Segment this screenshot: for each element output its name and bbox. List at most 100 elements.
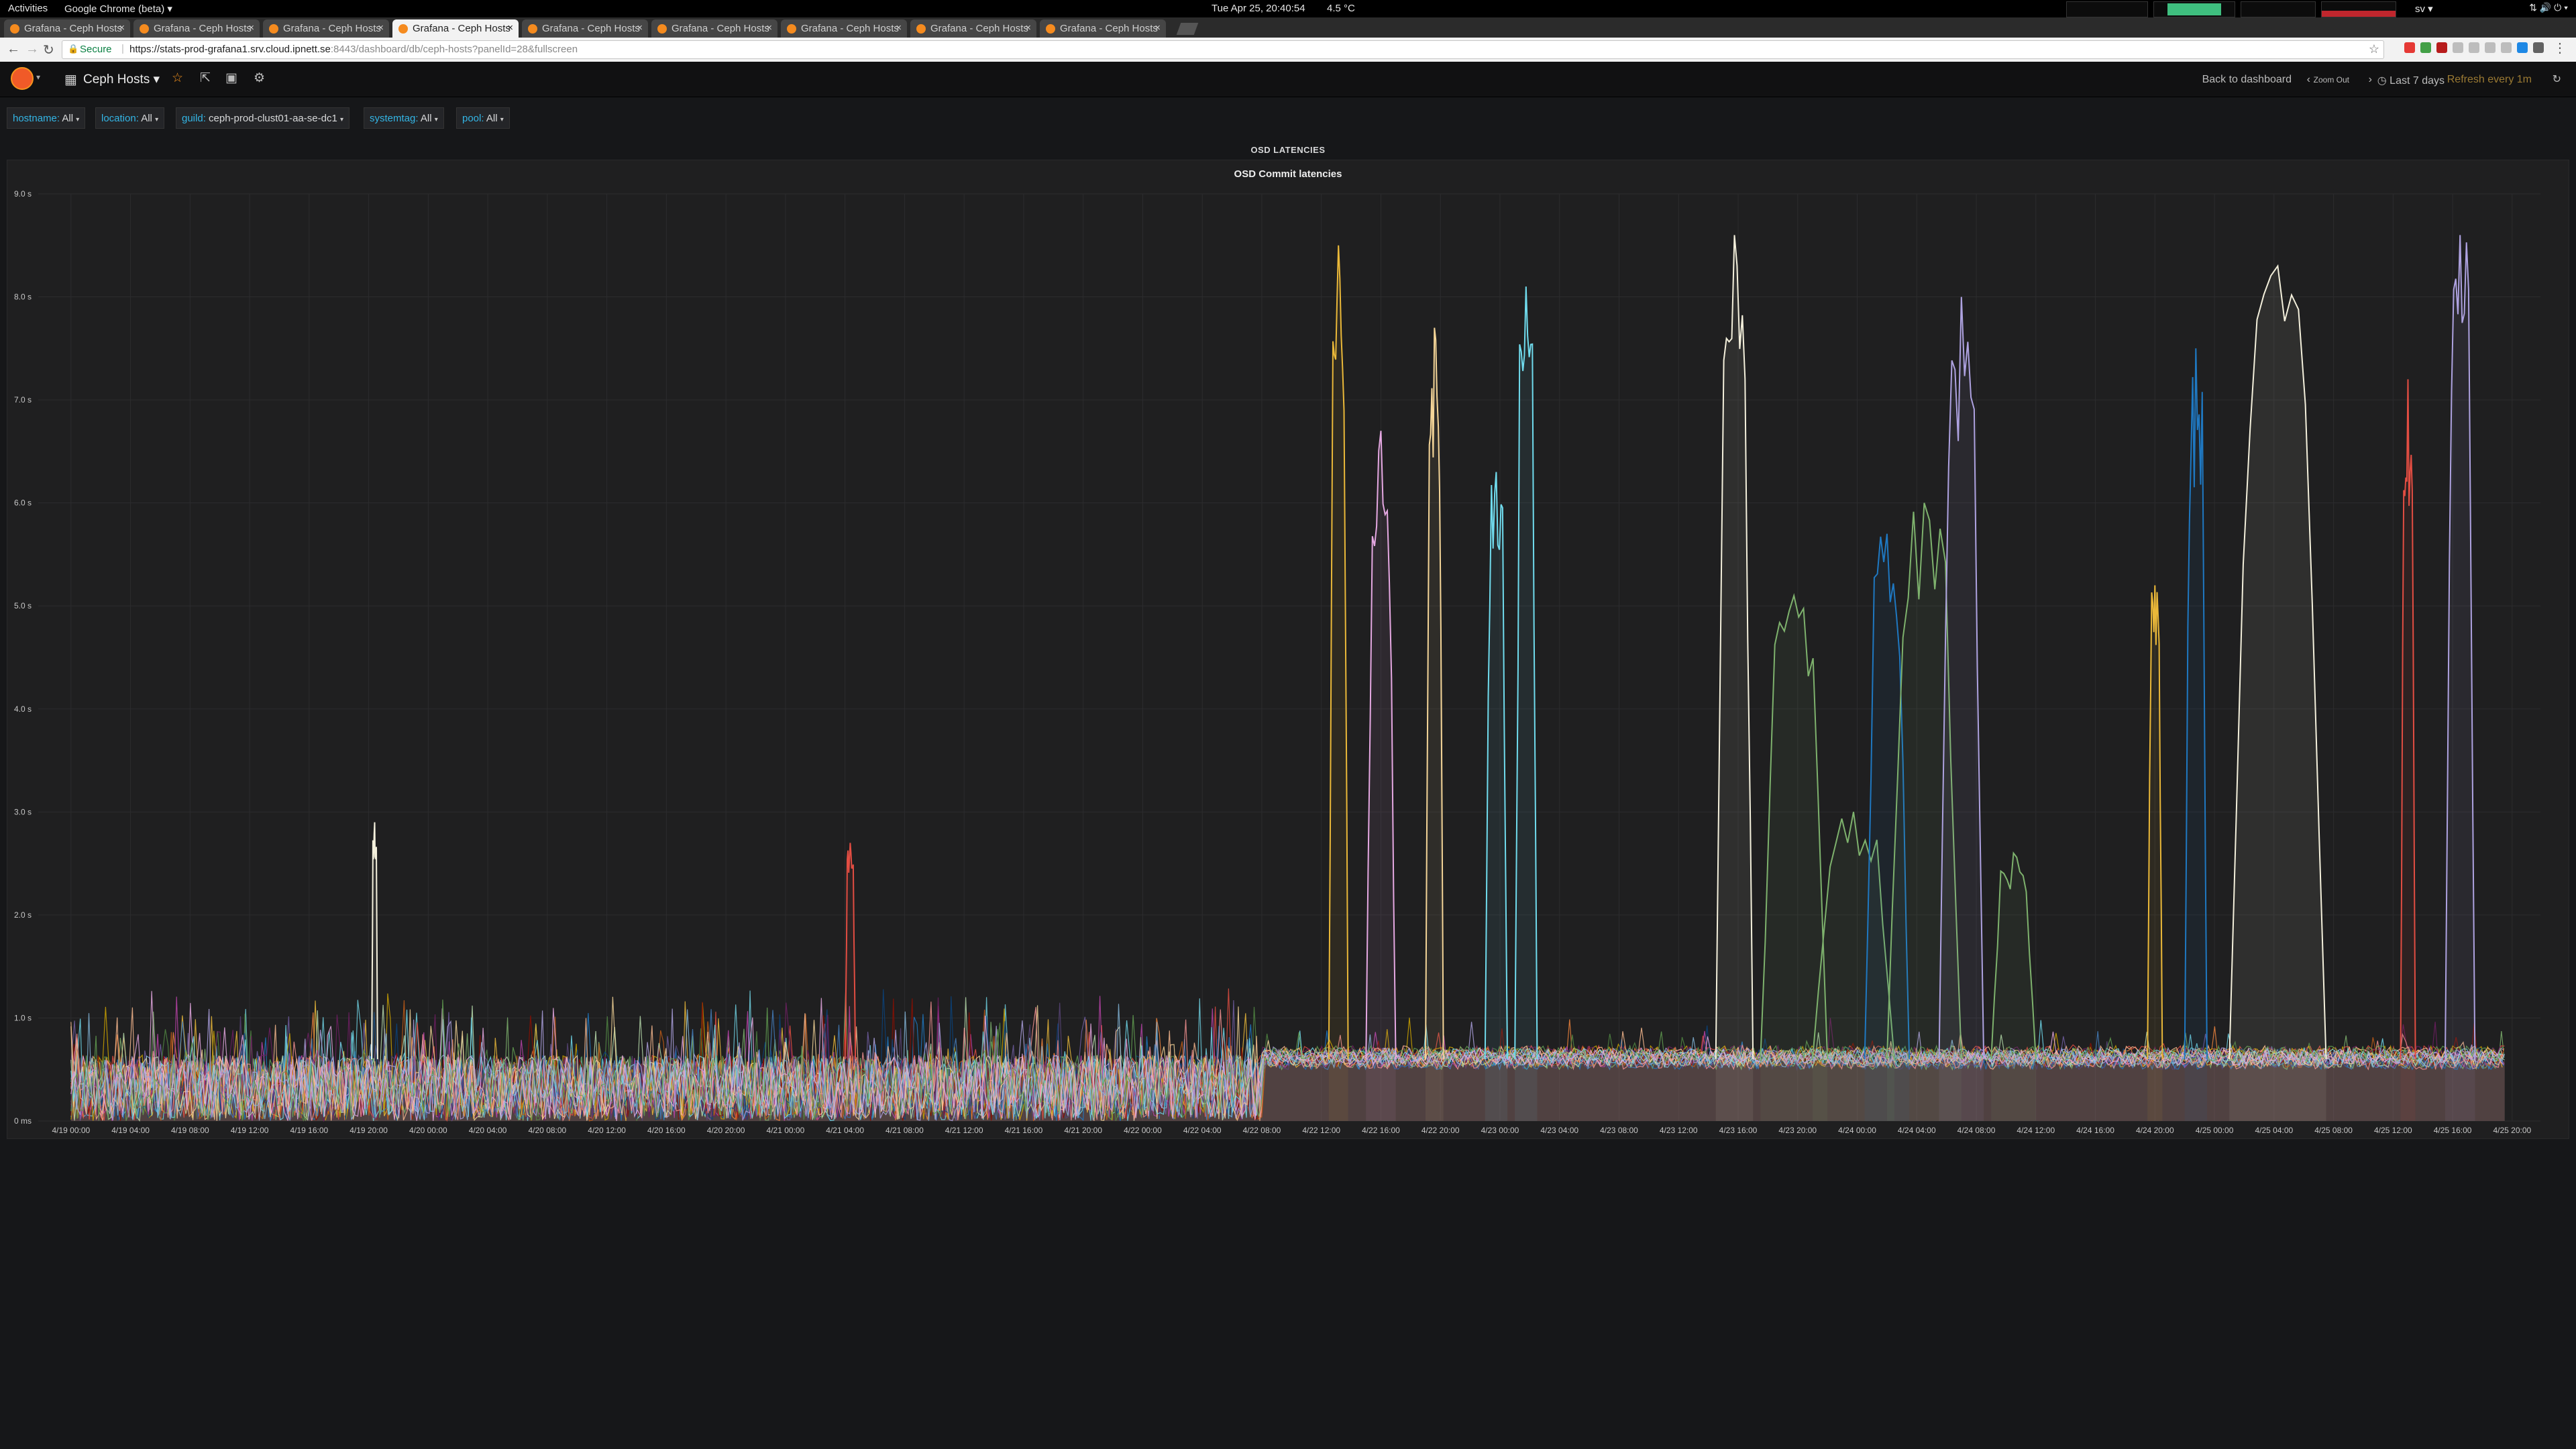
extension-icon[interactable]	[2469, 42, 2479, 53]
variable-guild[interactable]: guild: ceph-prod-clust01-aa-se-dc1 ▾	[176, 107, 350, 129]
latency-chart[interactable]: 0 ms 1.0 s 2.0 s 3.0 s 4.0 s 5.0 s 6.0 s 7.0 s 8…	[7, 160, 2570, 1140]
browser-tab[interactable]: Grafana - Ceph Hosts ×	[910, 19, 1036, 38]
grafana-favicon-icon	[1046, 24, 1055, 34]
clock[interactable]: Tue Apr 25, 20:40:54	[1212, 3, 1305, 14]
x-tick-label: 4/25 12:00	[2374, 1126, 2412, 1135]
x-tick-label: 4/20 00:00	[409, 1126, 447, 1135]
address-bar[interactable]: 🔒 Secure | https://stats-prod-grafana1.s…	[62, 40, 2384, 59]
close-icon[interactable]: ×	[896, 22, 902, 34]
volume-icon: 🔊	[2539, 2, 2552, 13]
extension-icon[interactable]	[2533, 42, 2544, 53]
close-icon[interactable]: ×	[637, 22, 643, 34]
close-icon[interactable]: ×	[766, 22, 772, 34]
close-icon[interactable]: ×	[119, 22, 125, 34]
chevron-down-icon[interactable]: ▾	[36, 72, 40, 82]
forward-icon[interactable]: →	[25, 42, 39, 57]
back-to-dashboard-button[interactable]: Back to dashboard	[2202, 74, 2292, 86]
zoom-out-button[interactable]: Zoom Out	[2314, 75, 2349, 85]
keyboard-layout[interactable]: sv ▾	[2415, 3, 2433, 15]
y-tick-label: 0 ms	[14, 1116, 32, 1126]
y-tick-label: 2.0 s	[14, 910, 32, 920]
dashboard-title[interactable]: Ceph Hosts ▾	[83, 72, 160, 87]
row-title[interactable]: OSD LATENCIES	[0, 145, 2576, 155]
chrome-menu-icon[interactable]: ⋮	[2553, 40, 2567, 56]
variable-location[interactable]: location: All ▾	[95, 107, 165, 129]
star-icon[interactable]: ☆	[172, 70, 183, 86]
browser-tab[interactable]: Grafana - Ceph Hosts ×	[781, 19, 907, 38]
grafana-favicon-icon	[916, 24, 926, 34]
net-graph	[2241, 1, 2316, 17]
power-icon: ⏻	[2554, 2, 2562, 13]
clock-icon: ◷	[2377, 75, 2390, 87]
browser-tab[interactable]: Grafana - Ceph Hosts ×	[263, 19, 389, 38]
chevron-down-icon: ▾	[155, 116, 159, 123]
x-tick-label: 4/24 16:00	[2076, 1126, 2114, 1135]
extension-icon[interactable]	[2436, 42, 2447, 53]
y-tick-label: 8.0 s	[14, 292, 32, 302]
refresh-interval[interactable]: Refresh every 1m	[2447, 74, 2532, 86]
variable-systemtag[interactable]: systemtag: All ▾	[364, 107, 444, 129]
extension-icon[interactable]	[2485, 42, 2496, 53]
time-range-picker[interactable]: ◷ Last 7 days	[2377, 74, 2445, 87]
thermal-graph	[2321, 1, 2396, 17]
grafana-logo-icon[interactable]	[11, 67, 34, 90]
back-icon[interactable]: ←	[7, 42, 20, 57]
memory-graph	[2153, 1, 2235, 17]
refresh-icon[interactable]: ↻	[2553, 72, 2561, 86]
variable-hostname[interactable]: hostname: All ▾	[7, 107, 86, 129]
close-icon[interactable]: ×	[378, 22, 384, 34]
extension-icon[interactable]	[2501, 42, 2512, 53]
reload-icon[interactable]: ↻	[43, 42, 54, 58]
zoom-forward-icon[interactable]: ›	[2369, 74, 2372, 86]
save-icon[interactable]: ▣	[225, 70, 237, 86]
extension-icon[interactable]	[2517, 42, 2528, 53]
share-icon[interactable]: ⇱	[200, 70, 211, 86]
browser-tab[interactable]: Grafana - Ceph Hosts ×	[1040, 19, 1166, 38]
activities-button[interactable]: Activities	[8, 3, 48, 14]
x-tick-label: 4/25 00:00	[2196, 1126, 2234, 1135]
close-icon[interactable]: ×	[248, 22, 254, 34]
bookmark-star-icon[interactable]: ☆	[2369, 42, 2379, 56]
y-tick-label: 9.0 s	[14, 189, 32, 199]
zoom-back-icon[interactable]: ‹	[2307, 74, 2310, 86]
grafana-favicon-icon	[140, 24, 149, 34]
x-tick-label: 4/24 12:00	[2017, 1126, 2055, 1135]
spike-area	[2229, 266, 2326, 1121]
weather-indicator[interactable]: 4.5 °C	[1327, 3, 1355, 14]
spike-area	[1991, 853, 2036, 1121]
extension-icon[interactable]	[2420, 42, 2431, 53]
x-tick-label: 4/21 00:00	[767, 1126, 805, 1135]
x-tick-label: 4/20 12:00	[588, 1126, 626, 1135]
x-tick-label: 4/23 16:00	[1719, 1126, 1758, 1135]
x-tick-label: 4/22 04:00	[1183, 1126, 1222, 1135]
new-tab-button[interactable]	[1176, 23, 1199, 35]
dashboard-grid-icon[interactable]: ▦	[64, 71, 77, 88]
x-tick-label: 4/24 04:00	[1898, 1126, 1936, 1135]
gear-icon[interactable]: ⚙	[254, 70, 265, 86]
close-icon[interactable]: ×	[507, 22, 513, 34]
close-icon[interactable]: ×	[1025, 22, 1031, 34]
browser-tab[interactable]: Grafana - Ceph Hosts ×	[133, 19, 260, 38]
x-tick-label: 4/19 16:00	[290, 1126, 328, 1135]
x-tick-label: 4/19 08:00	[171, 1126, 209, 1135]
variable-pool[interactable]: pool: All ▾	[456, 107, 510, 129]
system-status-icons[interactable]: ⇅ 🔊 ⏻ ▾	[2529, 2, 2568, 13]
app-menu[interactable]: Google Chrome (beta) ▾	[64, 3, 172, 15]
browser-tab[interactable]: Grafana - Ceph Hosts ×	[4, 19, 130, 38]
browser-tab[interactable]: Grafana - Ceph Hosts ×	[651, 19, 777, 38]
x-tick-label: 4/20 04:00	[469, 1126, 507, 1135]
x-tick-label: 4/22 08:00	[1243, 1126, 1281, 1135]
close-icon[interactable]: ×	[1155, 22, 1161, 34]
graph-panel[interactable]: OSD Commit latencies 0 ms 1.0 s 2.0 s 3.0 s…	[7, 160, 2569, 1139]
y-tick-label: 1.0 s	[14, 1013, 32, 1022]
url-text[interactable]: https://stats-prod-grafana1.srv.cloud.ip…	[129, 44, 578, 55]
cpu-graph	[2066, 1, 2148, 17]
x-tick-label: 4/21 04:00	[826, 1126, 864, 1135]
browser-tab[interactable]: Grafana - Ceph Hosts ×	[522, 19, 648, 38]
browser-tab[interactable]: Grafana - Ceph Hosts ×	[392, 19, 519, 38]
extension-icon[interactable]	[2404, 42, 2415, 53]
x-tick-label: 4/22 00:00	[1124, 1126, 1162, 1135]
spike-area	[1366, 431, 1396, 1122]
x-tick-label: 4/24 00:00	[1838, 1126, 1876, 1135]
extension-icon[interactable]	[2453, 42, 2463, 53]
